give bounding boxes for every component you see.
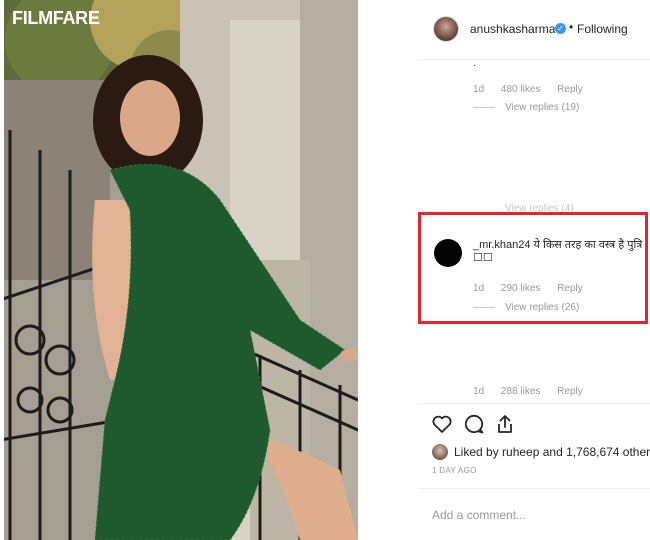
view-replies-label: View replies (26) [505,302,580,313]
reply-button[interactable]: Reply [557,84,583,95]
photo-illustration [0,0,418,540]
author-username[interactable]: anushkasharma [470,22,555,36]
reply-button[interactable]: Reply [557,386,583,397]
view-replies-button[interactable]: View replies (26) [473,302,579,313]
add-comment-bar [418,488,650,540]
post-header: anushkasharma ✓ • Following [418,0,650,60]
commenter-avatar[interactable] [434,239,462,267]
view-replies-label: View replies (19) [505,102,580,113]
reply-button[interactable]: Reply [557,283,583,294]
comment-age: 1d [473,283,485,294]
post-timestamp: 1 DAY AGO [432,466,477,475]
comment-text-fragment: · [473,60,477,71]
add-comment-input[interactable] [432,505,632,525]
comment-meta: 1d 480 likes Reply [473,84,597,95]
post-photo[interactable]: FILMFARE [0,0,418,540]
comment-body: _mr.khan24 ये किस तरह का वस्त्र है पुत्र… [473,239,645,265]
comments-list[interactable]: · 1d 480 likes Reply View replies (19) V… [418,60,650,403]
comment-age: 1d [473,386,485,397]
liker-avatar [432,444,448,460]
replies-line [473,306,495,308]
author-avatar[interactable] [433,16,459,42]
replies-line [473,106,495,108]
comment-meta: 1d 288 likes Reply [473,386,597,397]
comment-meta: 1d 290 likes Reply [473,283,597,294]
comment-likes[interactable]: 290 likes [501,283,540,294]
commenter-username[interactable]: _mr.khan24 [473,239,530,251]
comment-icon[interactable] [462,412,486,436]
comment-age: 1d [473,84,485,95]
comment-likes[interactable]: 288 likes [501,386,540,397]
highlighted-comment: _mr.khan24 ये किस तरह का वस्त्र है पुत्र… [418,212,648,324]
likes-summary-text: Liked by ruheep and 1,768,674 others [454,445,650,459]
filmfare-watermark: FILMFARE [12,8,100,28]
verified-badge-icon: ✓ [555,23,566,34]
share-icon[interactable] [493,412,517,436]
post-details-panel: anushkasharma ✓ • Following · 1d 480 lik… [418,0,650,540]
heart-icon[interactable] [430,412,454,436]
comment-likes[interactable]: 480 likes [501,84,540,95]
header-separator: • [569,20,574,34]
view-replies-button[interactable]: View replies (19) [473,102,579,113]
photo-left-border [0,0,4,540]
following-button[interactable]: Following [577,22,628,36]
photo-right-gap [358,0,418,540]
